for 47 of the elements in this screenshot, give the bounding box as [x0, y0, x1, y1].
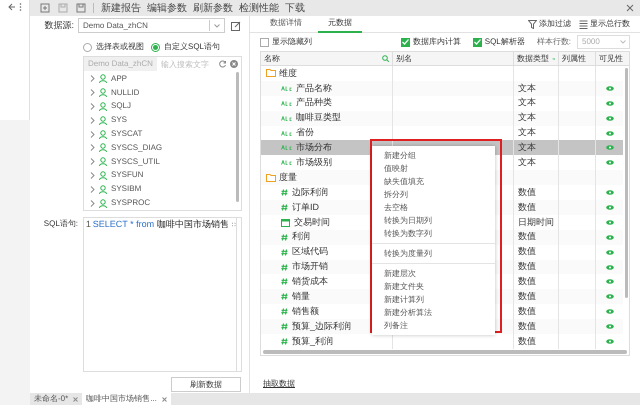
line-number: 1	[84, 218, 92, 231]
checkbox-label: SQL解析器	[484, 36, 525, 48]
tree-source: Demo Data_zhCN	[84, 57, 157, 71]
field-name: 利润	[292, 230, 310, 244]
type-value: 文本	[518, 111, 536, 124]
type-value: 数值	[518, 290, 536, 304]
field-name: 销量	[292, 290, 310, 304]
datasource-label: 数据源:	[43, 18, 75, 32]
type-value: 数值	[518, 275, 536, 288]
type-value: 文本	[518, 141, 536, 154]
field-name: 市场分布	[296, 141, 332, 154]
type-value: 数值	[518, 186, 536, 199]
type-value: 文本	[518, 82, 536, 95]
field-name: 市场开销	[292, 260, 328, 274]
type-value: 数值	[518, 304, 536, 318]
field-name: 咖啡豆类型	[296, 111, 341, 124]
type-value: 日期时间	[518, 216, 554, 229]
type-value: 数值	[518, 320, 536, 333]
field-name: 销售额	[292, 304, 319, 318]
field-name: 交易时间	[294, 216, 330, 229]
field-name: 销货成本	[292, 275, 328, 288]
sample-rows-value: 5000	[582, 36, 601, 48]
type-value: 文本	[518, 126, 536, 140]
field-name: 区域代码	[292, 245, 328, 258]
type-value: 文本	[518, 156, 536, 170]
field-name: 产品名称	[296, 82, 332, 95]
sql-label: SQL语句:	[42, 218, 79, 230]
radio-label: 自定义SQL语句	[164, 41, 220, 53]
type-value: 数值	[518, 245, 536, 258]
type-value: 数值	[518, 230, 536, 244]
field-name: 市场级别	[296, 156, 332, 170]
field-name: 预算_边际利润	[292, 320, 352, 333]
checkbox-label: 数据库内计算	[412, 36, 461, 48]
type-value: 数值	[518, 260, 536, 274]
type-value: 文本	[518, 96, 536, 110]
type-value: 数值	[518, 200, 536, 214]
radio-label: 选择表或视图	[96, 41, 144, 53]
field-name: 边际利润	[292, 186, 328, 199]
checkbox-label: 显示隐藏列	[272, 36, 312, 48]
field-name: 产品种类	[296, 96, 332, 110]
datasource-value: Demo Data_zhCN	[83, 20, 149, 32]
sample-rows-label: 样本行数:	[536, 36, 571, 48]
type-value: 数值	[518, 334, 536, 348]
field-name: 预算_利润	[292, 334, 334, 348]
field-name: 省份	[296, 126, 314, 140]
sql-code: SELECT * from 咖啡中国市场销售	[92, 218, 230, 231]
field-name: 订单ID	[292, 200, 319, 214]
